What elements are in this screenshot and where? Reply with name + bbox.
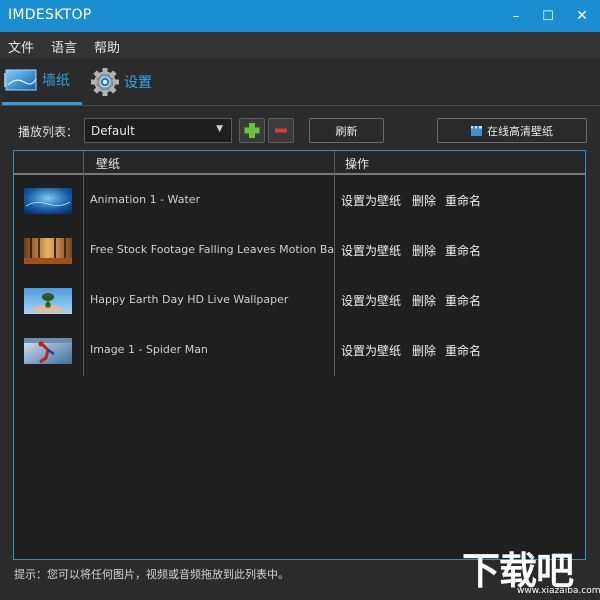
add-playlist-button[interactable] — [239, 118, 265, 143]
tab-wallpaper[interactable]: 墙纸 — [2, 58, 82, 105]
list-header: 壁纸 操作 — [14, 151, 585, 175]
minimize-button[interactable]: – — [500, 0, 532, 32]
playlist-select[interactable]: Default ▼ — [84, 118, 232, 143]
delete-link[interactable]: 删除 — [412, 292, 436, 309]
thumbnail-leaves — [24, 238, 72, 264]
tab-settings-label: 设置 — [124, 74, 152, 91]
wallpaper-name: Animation 1 - Water — [90, 193, 201, 206]
film-icon — [471, 125, 482, 136]
wallpaper-icon — [4, 69, 37, 91]
watermark-url: www.xiazaiba.com — [517, 586, 600, 596]
rename-link[interactable]: 重命名 — [445, 292, 481, 309]
online-hd-wallpaper-label: 在线高清壁纸 — [487, 124, 553, 138]
wallpaper-list: 壁纸 操作 Animation 1 - Water 设置为壁纸 删除 重命名 F… — [13, 150, 586, 560]
rename-link[interactable]: 重命名 — [445, 192, 481, 209]
set-as-wallpaper-link[interactable]: 设置为壁纸 — [341, 292, 401, 309]
minimize-icon: – — [512, 8, 520, 24]
thumbnail-water — [24, 188, 72, 214]
delete-link[interactable]: 删除 — [412, 192, 436, 209]
menu-file[interactable]: 文件 — [8, 37, 34, 56]
maximize-button[interactable]: ☐ — [532, 0, 564, 32]
list-item[interactable]: Free Stock Footage Falling Leaves Motion… — [14, 226, 585, 276]
window-title: IMDESKTOP — [8, 7, 92, 23]
maximize-icon: ☐ — [542, 8, 554, 24]
set-as-wallpaper-link[interactable]: 设置为壁纸 — [341, 342, 401, 359]
remove-playlist-button[interactable] — [268, 118, 294, 143]
set-as-wallpaper-link[interactable]: 设置为壁纸 — [341, 192, 401, 209]
playlist-label: 播放列表： — [18, 125, 79, 139]
online-hd-wallpaper-button[interactable]: 在线高清壁纸 — [437, 118, 587, 143]
refresh-button[interactable]: 刷新 — [309, 118, 384, 143]
tab-settings[interactable]: 设置 — [90, 58, 170, 105]
tab-wallpaper-label: 墙纸 — [42, 73, 70, 89]
plus-icon — [244, 123, 260, 138]
chevron-down-icon: ▼ — [216, 124, 223, 134]
menu-help[interactable]: 帮助 — [94, 37, 120, 56]
column-header-actions: 操作 — [345, 157, 370, 171]
menu-bar: 文件 语言 帮助 — [0, 32, 600, 58]
minus-icon — [275, 128, 287, 133]
close-button[interactable]: ✕ — [566, 0, 598, 32]
tab-bar: 墙纸 设置 — [0, 58, 600, 106]
rename-link[interactable]: 重命名 — [445, 242, 481, 259]
gear-icon — [91, 67, 119, 96]
status-hint: 提示：您可以将任何图片，视频或音频拖放到此列表中。 — [14, 568, 289, 581]
menu-language[interactable]: 语言 — [51, 37, 77, 56]
wallpaper-name: Image 1 - Spider Man — [90, 343, 208, 356]
playlist-value: Default — [91, 124, 135, 138]
delete-link[interactable]: 删除 — [412, 342, 436, 359]
watermark-logo: 下载吧 www.xiazaiba.com — [462, 540, 600, 600]
delete-link[interactable]: 删除 — [412, 242, 436, 259]
list-item[interactable]: Image 1 - Spider Man 设置为壁纸 删除 重命名 — [14, 326, 585, 376]
title-bar: IMDESKTOP – ☐ ✕ — [0, 0, 600, 32]
column-header-wallpaper: 壁纸 — [96, 157, 121, 171]
refresh-label: 刷新 — [335, 124, 358, 138]
set-as-wallpaper-link[interactable]: 设置为壁纸 — [341, 242, 401, 259]
rename-link[interactable]: 重命名 — [445, 342, 481, 359]
wallpaper-name: Free Stock Footage Falling Leaves Motion… — [90, 243, 334, 256]
list-item[interactable]: Animation 1 - Water 设置为壁纸 删除 重命名 — [14, 176, 585, 226]
wallpaper-name: Happy Earth Day HD Live Wallpaper — [90, 293, 289, 306]
list-item[interactable]: Happy Earth Day HD Live Wallpaper 设置为壁纸 … — [14, 276, 585, 326]
thumbnail-spiderman — [24, 338, 72, 364]
close-icon: ✕ — [576, 8, 588, 24]
thumbnail-earth — [24, 288, 72, 314]
